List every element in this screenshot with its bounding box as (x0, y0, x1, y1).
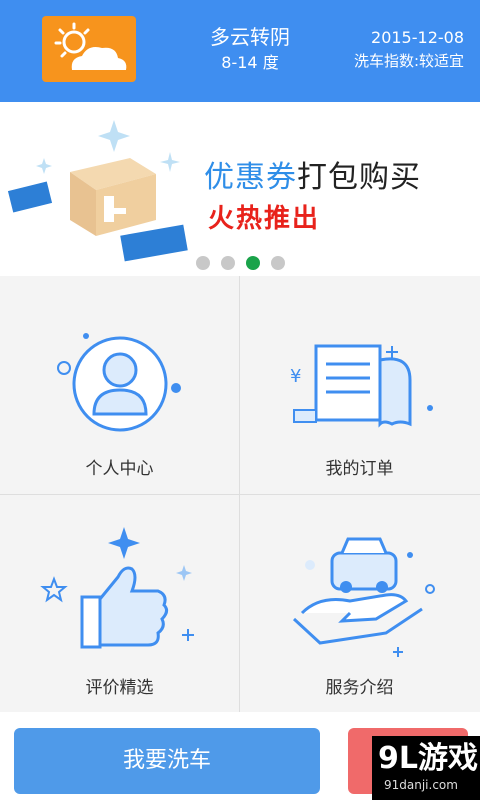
weather-condition: 多云转阴 (210, 25, 290, 49)
temperature-range: 8-14 度 (221, 53, 279, 72)
partly-cloudy-icon (42, 16, 136, 82)
carousel-dot[interactable] (196, 256, 210, 270)
wash-car-button[interactable]: 我要洗车 (14, 728, 320, 794)
watermark-site: 91danji.com (384, 778, 458, 792)
promo-accent: 优惠券 (204, 160, 297, 195)
car-in-hand-icon (292, 537, 435, 657)
menu-label: 我的订单 (325, 459, 394, 479)
svg-text:¥: ¥ (290, 366, 301, 387)
menu-service-intro[interactable]: 服务介绍 (240, 495, 479, 712)
promo-subtitle: 火热推出 (208, 204, 321, 234)
promo-title: 优惠券打包购买 (204, 158, 421, 198)
watermark-logo: 9L游戏 91danji.com (372, 736, 480, 800)
thumbs-up-icon (40, 527, 194, 649)
promo-banner[interactable]: 优惠券打包购买 火热推出 (0, 102, 480, 276)
carousel-dot[interactable] (221, 256, 235, 270)
weather-summary: 多云转阴 8-14 度 (190, 22, 310, 74)
carousel-dot-active[interactable] (246, 256, 260, 270)
weather-header: 多云转阴 8-14 度 2015-12-08 洗车指数:较适宜 (0, 0, 480, 102)
menu-reviews[interactable]: 评价精选 (0, 495, 239, 712)
date-info: 2015-12-08 洗车指数:较适宜 (314, 26, 464, 72)
receipt-icon: ¥ (290, 344, 433, 428)
menu-label: 个人中心 (85, 459, 154, 479)
menu-my-orders[interactable]: ¥ 我的订单 (240, 276, 479, 493)
user-profile-icon (57, 333, 181, 432)
menu-personal-center[interactable]: 个人中心 (0, 276, 239, 493)
carousel-indicator (196, 256, 285, 270)
car-wash-index: 洗车指数:较适宜 (353, 52, 464, 70)
feature-grid: 个人中心 ¥ 我的订单 评价精选 服务介绍 (0, 276, 480, 712)
coupon-package-illustration (7, 120, 188, 262)
promo-rest: 打包购买 (297, 160, 421, 195)
menu-label: 服务介绍 (325, 678, 394, 698)
date-text: 2015-12-08 (371, 28, 464, 47)
menu-label: 评价精选 (85, 678, 154, 698)
grid-divider-horizontal (0, 494, 480, 495)
carousel-dot[interactable] (271, 256, 285, 270)
watermark-main: 9L游戏 (378, 741, 478, 776)
